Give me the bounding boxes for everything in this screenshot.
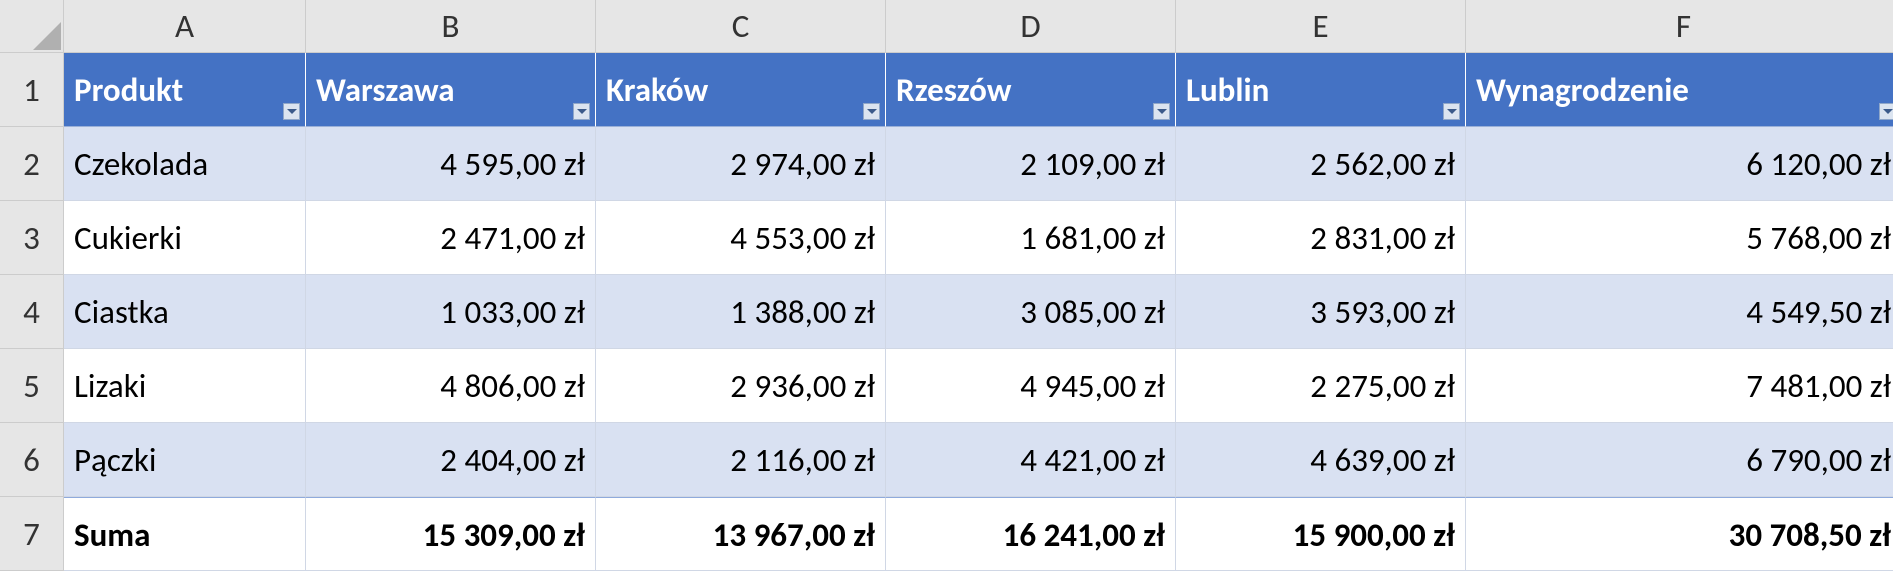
filter-dropdown-icon[interactable]: [863, 103, 880, 120]
cell-A3[interactable]: Cukierki: [64, 201, 306, 275]
cell-A2[interactable]: Czekolada: [64, 127, 306, 201]
cell-E6[interactable]: 4 639,00 zł: [1176, 423, 1466, 497]
column-header-B[interactable]: B: [306, 0, 596, 53]
cell-D5[interactable]: 4 945,00 zł: [886, 349, 1176, 423]
table-header-lublin[interactable]: Lublin: [1176, 53, 1466, 127]
filter-dropdown-icon[interactable]: [1153, 103, 1170, 120]
header-label: Wynagrodzenie: [1476, 70, 1689, 110]
spreadsheet-grid: A B C D E F 1 Produkt Warszawa Kraków Rz…: [0, 0, 1893, 571]
table-header-warszawa[interactable]: Warszawa: [306, 53, 596, 127]
cell-A4[interactable]: Ciastka: [64, 275, 306, 349]
column-header-A[interactable]: A: [64, 0, 306, 53]
column-header-D[interactable]: D: [886, 0, 1176, 53]
header-label: Kraków: [606, 70, 708, 110]
cell-F5[interactable]: 7 481,00 zł: [1466, 349, 1893, 423]
cell-B4[interactable]: 1 033,00 zł: [306, 275, 596, 349]
column-header-F[interactable]: F: [1466, 0, 1893, 53]
cell-A6[interactable]: Pączki: [64, 423, 306, 497]
cell-B2[interactable]: 4 595,00 zł: [306, 127, 596, 201]
header-label: Rzeszów: [896, 70, 1011, 110]
row-header-7[interactable]: 7: [0, 497, 64, 571]
cell-D7-total[interactable]: 16 241,00 zł: [886, 497, 1176, 571]
cell-F7-total[interactable]: 30 708,50 zł: [1466, 497, 1893, 571]
cell-C6[interactable]: 2 116,00 zł: [596, 423, 886, 497]
column-header-E[interactable]: E: [1176, 0, 1466, 53]
cell-B7-total[interactable]: 15 309,00 zł: [306, 497, 596, 571]
row-header-3[interactable]: 3: [0, 201, 64, 275]
cell-F3[interactable]: 5 768,00 zł: [1466, 201, 1893, 275]
column-header-C[interactable]: C: [596, 0, 886, 53]
cell-D2[interactable]: 2 109,00 zł: [886, 127, 1176, 201]
cell-A7-total[interactable]: Suma: [64, 497, 306, 571]
header-label: Produkt: [74, 70, 183, 110]
cell-D6[interactable]: 4 421,00 zł: [886, 423, 1176, 497]
cell-E4[interactable]: 3 593,00 zł: [1176, 275, 1466, 349]
cell-D3[interactable]: 1 681,00 zł: [886, 201, 1176, 275]
cell-E3[interactable]: 2 831,00 zł: [1176, 201, 1466, 275]
filter-dropdown-icon[interactable]: [283, 103, 300, 120]
row-header-4[interactable]: 4: [0, 275, 64, 349]
header-label: Warszawa: [316, 70, 455, 110]
cell-D4[interactable]: 3 085,00 zł: [886, 275, 1176, 349]
table-header-rzeszow[interactable]: Rzeszów: [886, 53, 1176, 127]
row-header-2[interactable]: 2: [0, 127, 64, 201]
row-header-5[interactable]: 5: [0, 349, 64, 423]
cell-C2[interactable]: 2 974,00 zł: [596, 127, 886, 201]
cell-C7-total[interactable]: 13 967,00 zł: [596, 497, 886, 571]
cell-E7-total[interactable]: 15 900,00 zł: [1176, 497, 1466, 571]
cell-B3[interactable]: 2 471,00 zł: [306, 201, 596, 275]
cell-C3[interactable]: 4 553,00 zł: [596, 201, 886, 275]
table-header-produkt[interactable]: Produkt: [64, 53, 306, 127]
table-header-wynagrodzenie[interactable]: Wynagrodzenie: [1466, 53, 1893, 127]
header-label: Lublin: [1186, 70, 1269, 110]
cell-C4[interactable]: 1 388,00 zł: [596, 275, 886, 349]
table-header-krakow[interactable]: Kraków: [596, 53, 886, 127]
row-header-1[interactable]: 1: [0, 53, 64, 127]
filter-dropdown-icon[interactable]: [1443, 103, 1460, 120]
cell-B5[interactable]: 4 806,00 zł: [306, 349, 596, 423]
cell-F6[interactable]: 6 790,00 zł: [1466, 423, 1893, 497]
cell-A5[interactable]: Lizaki: [64, 349, 306, 423]
cell-F4[interactable]: 4 549,50 zł: [1466, 275, 1893, 349]
cell-F2[interactable]: 6 120,00 zł: [1466, 127, 1893, 201]
cell-E2[interactable]: 2 562,00 zł: [1176, 127, 1466, 201]
row-header-6[interactable]: 6: [0, 423, 64, 497]
cell-E5[interactable]: 2 275,00 zł: [1176, 349, 1466, 423]
filter-dropdown-icon[interactable]: [1879, 103, 1893, 120]
cell-B6[interactable]: 2 404,00 zł: [306, 423, 596, 497]
cell-C5[interactable]: 2 936,00 zł: [596, 349, 886, 423]
filter-dropdown-icon[interactable]: [573, 103, 590, 120]
select-all-corner[interactable]: [0, 0, 64, 53]
